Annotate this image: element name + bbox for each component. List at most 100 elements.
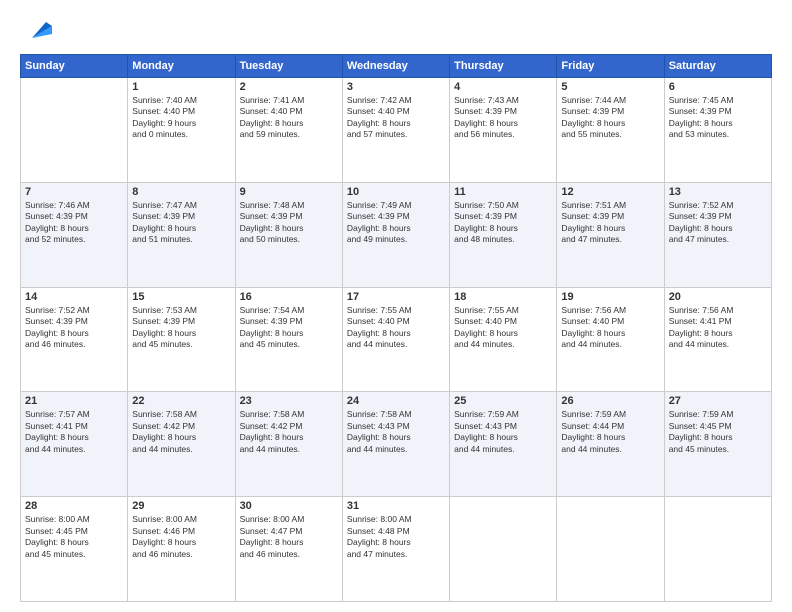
calendar-cell: 7 Sunrise: 7:46 AMSunset: 4:39 PMDaylight… [21,182,128,287]
cell-info: Sunrise: 7:46 AMSunset: 4:39 PMDaylight:… [25,200,123,246]
cell-info: Sunrise: 8:00 AMSunset: 4:47 PMDaylight:… [240,514,338,560]
calendar-cell: 23Sunrise: 7:58 AMSunset: 4:42 PMDayligh… [235,392,342,497]
cell-info: Sunrise: 7:41 AMSunset: 4:40 PMDaylight:… [240,95,338,141]
calendar-cell: 25 Sunrise: 7:59 AMSunset: 4:43 PMDayligh… [450,392,557,497]
calendar-cell: 6 Sunrise: 7:45 AMSunset: 4:39 PMDaylight… [664,78,771,183]
day-number: 1 [132,81,230,93]
cell-info: Sunrise: 7:59 AMSunset: 4:45 PMDaylight:… [669,409,767,455]
cell-info: Sunrise: 7:43 AMSunset: 4:39 PMDaylight:… [454,95,552,141]
calendar-cell: 22 Sunrise: 7:58 AMSunset: 4:42 PMDayligh… [128,392,235,497]
cell-info: Sunrise: 7:59 AMSunset: 4:44 PMDaylight:… [561,409,659,455]
day-number: 24 [347,395,445,407]
cell-info: Sunrise: 8:00 AMSunset: 4:45 PMDaylight:… [25,514,123,560]
col-header-thursday: Thursday [450,55,557,78]
cell-info: Sunrise: 7:54 AMSunset: 4:39 PMDaylight:… [240,305,338,351]
cell-info: Sunrise: 7:40 AMSunset: 4:40 PMDaylight:… [132,95,230,141]
cell-info: Sunrise: 7:42 AMSunset: 4:40 PMDaylight:… [347,95,445,141]
calendar-cell: 11 Sunrise: 7:50 AMSunset: 4:39 PMDayligh… [450,182,557,287]
calendar-cell: 1 Sunrise: 7:40 AMSunset: 4:40 PMDaylight… [128,78,235,183]
cell-info: Sunrise: 7:45 AMSunset: 4:39 PMDaylight:… [669,95,767,141]
calendar-header-row: SundayMondayTuesdayWednesdayThursdayFrid… [21,55,772,78]
calendar-cell: 8 Sunrise: 7:47 AMSunset: 4:39 PMDaylight… [128,182,235,287]
col-header-friday: Friday [557,55,664,78]
cell-info: Sunrise: 7:44 AMSunset: 4:39 PMDaylight:… [561,95,659,141]
logo [20,16,56,44]
day-number: 9 [240,186,338,198]
day-number: 4 [454,81,552,93]
cell-info: Sunrise: 7:52 AMSunset: 4:39 PMDaylight:… [669,200,767,246]
day-number: 10 [347,186,445,198]
calendar-week-5: 28Sunrise: 8:00 AMSunset: 4:45 PMDayligh… [21,497,772,602]
calendar-cell: 30 Sunrise: 8:00 AMSunset: 4:47 PMDayligh… [235,497,342,602]
calendar-cell: 27 Sunrise: 7:59 AMSunset: 4:45 PMDayligh… [664,392,771,497]
logo-icon [24,12,56,44]
day-number: 11 [454,186,552,198]
day-number: 2 [240,81,338,93]
day-number: 19 [561,291,659,303]
day-number: 16 [240,291,338,303]
cell-info: Sunrise: 7:58 AMSunset: 4:42 PMDaylight:… [132,409,230,455]
calendar-cell: 5 Sunrise: 7:44 AMSunset: 4:39 PMDaylight… [557,78,664,183]
col-header-sunday: Sunday [21,55,128,78]
calendar-cell: 12 Sunrise: 7:51 AMSunset: 4:39 PMDayligh… [557,182,664,287]
day-number: 17 [347,291,445,303]
day-number: 6 [669,81,767,93]
day-number: 5 [561,81,659,93]
calendar-cell: 17 Sunrise: 7:55 AMSunset: 4:40 PMDayligh… [342,287,449,392]
calendar-cell: 4 Sunrise: 7:43 AMSunset: 4:39 PMDaylight… [450,78,557,183]
col-header-saturday: Saturday [664,55,771,78]
cell-info: Sunrise: 7:53 AMSunset: 4:39 PMDaylight:… [132,305,230,351]
calendar-cell [21,78,128,183]
col-header-wednesday: Wednesday [342,55,449,78]
day-number: 7 [25,186,123,198]
cell-info: Sunrise: 7:56 AMSunset: 4:40 PMDaylight:… [561,305,659,351]
calendar-cell: 9 Sunrise: 7:48 AMSunset: 4:39 PMDaylight… [235,182,342,287]
calendar-cell: 10 Sunrise: 7:49 AMSunset: 4:39 PMDayligh… [342,182,449,287]
calendar-cell [450,497,557,602]
cell-info: Sunrise: 7:52 AMSunset: 4:39 PMDaylight:… [25,305,123,351]
day-number: 21 [25,395,123,407]
day-number: 25 [454,395,552,407]
cell-info: Sunrise: 7:49 AMSunset: 4:39 PMDaylight:… [347,200,445,246]
cell-info: Sunrise: 7:58 AMSunset: 4:43 PMDaylight:… [347,409,445,455]
cell-info: Sunrise: 7:47 AMSunset: 4:39 PMDaylight:… [132,200,230,246]
calendar-week-3: 14 Sunrise: 7:52 AMSunset: 4:39 PMDayligh… [21,287,772,392]
day-number: 22 [132,395,230,407]
day-number: 26 [561,395,659,407]
calendar-cell: 21 Sunrise: 7:57 AMSunset: 4:41 PMDayligh… [21,392,128,497]
day-number: 23 [240,395,338,407]
cell-info: Sunrise: 7:56 AMSunset: 4:41 PMDaylight:… [669,305,767,351]
header [20,16,772,44]
cell-info: Sunrise: 8:00 AMSunset: 4:46 PMDaylight:… [132,514,230,560]
calendar-week-4: 21 Sunrise: 7:57 AMSunset: 4:41 PMDayligh… [21,392,772,497]
day-number: 13 [669,186,767,198]
calendar-week-2: 7 Sunrise: 7:46 AMSunset: 4:39 PMDaylight… [21,182,772,287]
day-number: 12 [561,186,659,198]
day-number: 18 [454,291,552,303]
cell-info: Sunrise: 7:51 AMSunset: 4:39 PMDaylight:… [561,200,659,246]
cell-info: Sunrise: 7:50 AMSunset: 4:39 PMDaylight:… [454,200,552,246]
day-number: 30 [240,500,338,512]
day-number: 27 [669,395,767,407]
day-number: 14 [25,291,123,303]
cell-info: Sunrise: 7:59 AMSunset: 4:43 PMDaylight:… [454,409,552,455]
cell-info: Sunrise: 7:55 AMSunset: 4:40 PMDaylight:… [454,305,552,351]
calendar-cell: 3Sunrise: 7:42 AMSunset: 4:40 PMDaylight… [342,78,449,183]
day-number: 15 [132,291,230,303]
calendar-table: SundayMondayTuesdayWednesdayThursdayFrid… [20,54,772,602]
cell-info: Sunrise: 7:55 AMSunset: 4:40 PMDaylight:… [347,305,445,351]
calendar-cell: 31Sunrise: 8:00 AMSunset: 4:48 PMDayligh… [342,497,449,602]
calendar-cell: 2 Sunrise: 7:41 AMSunset: 4:40 PMDaylight… [235,78,342,183]
col-header-tuesday: Tuesday [235,55,342,78]
calendar-cell: 26 Sunrise: 7:59 AMSunset: 4:44 PMDayligh… [557,392,664,497]
day-number: 8 [132,186,230,198]
cell-info: Sunrise: 7:48 AMSunset: 4:39 PMDaylight:… [240,200,338,246]
cell-info: Sunrise: 7:57 AMSunset: 4:41 PMDaylight:… [25,409,123,455]
calendar-cell: 14 Sunrise: 7:52 AMSunset: 4:39 PMDayligh… [21,287,128,392]
calendar-cell: 20Sunrise: 7:56 AMSunset: 4:41 PMDayligh… [664,287,771,392]
calendar-cell: 19 Sunrise: 7:56 AMSunset: 4:40 PMDayligh… [557,287,664,392]
calendar-week-1: 1 Sunrise: 7:40 AMSunset: 4:40 PMDaylight… [21,78,772,183]
calendar-cell: 16 Sunrise: 7:54 AMSunset: 4:39 PMDayligh… [235,287,342,392]
calendar-cell: 18 Sunrise: 7:55 AMSunset: 4:40 PMDayligh… [450,287,557,392]
day-number: 31 [347,500,445,512]
